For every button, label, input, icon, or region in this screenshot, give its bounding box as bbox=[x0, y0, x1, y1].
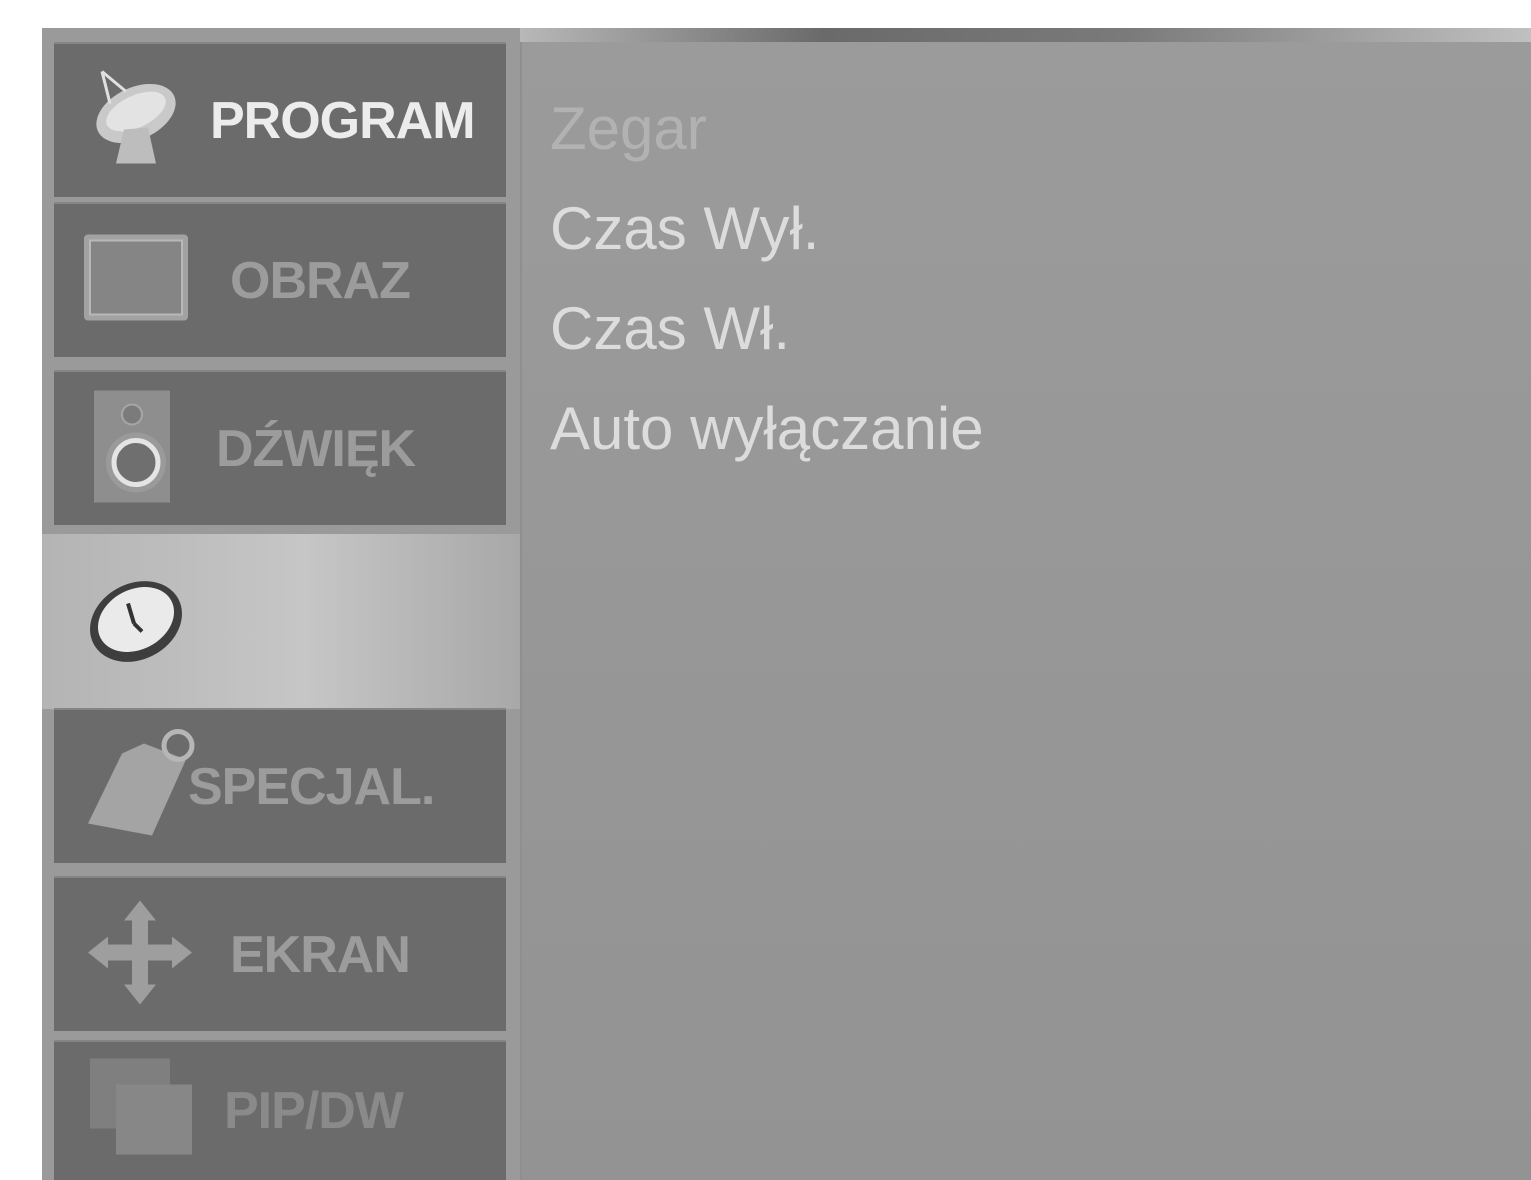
submenu-panel: Zegar Czas Wył. Czas Wł. Auto wyłączanie bbox=[522, 42, 1531, 1180]
submenu-item-zegar[interactable]: Zegar bbox=[550, 94, 707, 163]
submenu-item-czas-wyl[interactable]: Czas Wył. bbox=[550, 194, 819, 263]
tab-obraz[interactable]: OBRAZ bbox=[54, 202, 506, 357]
tag-icon bbox=[82, 719, 202, 854]
menu-top-edge bbox=[520, 28, 1531, 42]
tab-dzwiek[interactable]: DŹWIĘK bbox=[54, 370, 506, 525]
tab-label: DŹWIĘK bbox=[216, 419, 416, 478]
tab-label: SPECJAL. bbox=[188, 757, 435, 816]
sidebar: PROGRAM OBRAZ DŹWIĘK SPECJAL. EKRAN PIP/… bbox=[42, 28, 520, 1180]
tab-label: PROGRAM bbox=[210, 91, 476, 150]
submenu-item-czas-wl[interactable]: Czas Wł. bbox=[550, 294, 790, 363]
satellite-dish-icon bbox=[76, 63, 186, 178]
clock-icon bbox=[82, 569, 192, 674]
tab-clock-selected[interactable] bbox=[42, 534, 520, 709]
tab-specjal[interactable]: SPECJAL. bbox=[54, 708, 506, 863]
tab-ekran[interactable]: EKRAN bbox=[54, 876, 506, 1031]
tab-program[interactable]: PROGRAM bbox=[54, 42, 506, 197]
pip-windows-icon bbox=[90, 1058, 200, 1164]
tab-label: OBRAZ bbox=[230, 251, 411, 310]
tab-label: PIP/DW bbox=[224, 1082, 404, 1140]
submenu-item-auto-wylaczanie[interactable]: Auto wyłączanie bbox=[550, 394, 984, 463]
move-arrows-icon bbox=[88, 900, 192, 1009]
tv-screen-icon bbox=[82, 230, 192, 331]
speaker-icon bbox=[88, 388, 178, 509]
tab-pip-dw[interactable]: PIP/DW bbox=[54, 1040, 506, 1180]
tab-label: EKRAN bbox=[230, 925, 411, 984]
